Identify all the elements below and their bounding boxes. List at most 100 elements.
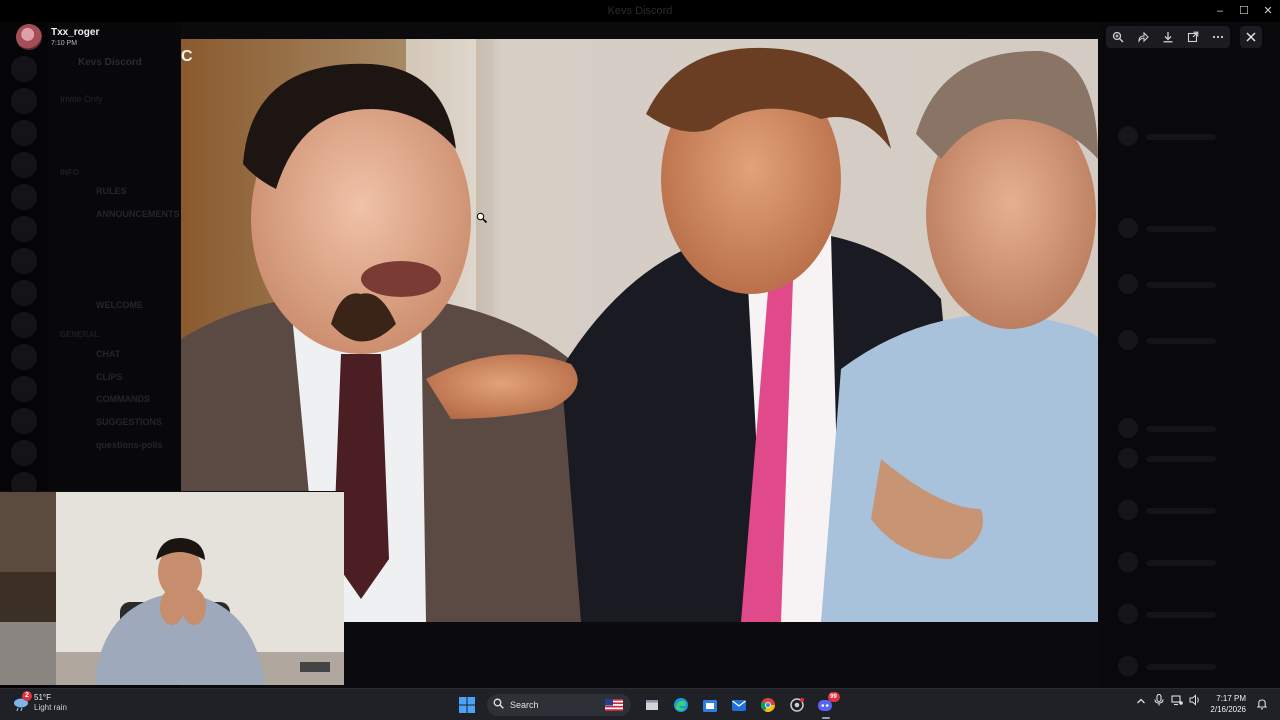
webcam-feed [0,492,344,685]
member-name [1146,508,1216,514]
member-name [1146,664,1216,670]
window-titlebar: Kevs Discord – ☐ ✕ [0,0,1280,22]
channel-questions-polls[interactable]: questions-polls [96,440,163,450]
server-icon[interactable] [11,312,37,338]
maximize-button[interactable]: ☐ [1232,0,1256,22]
channel-commands[interactable]: COMMANDS [96,394,150,404]
weather-rain-icon: 2 [12,690,32,712]
member-avatar[interactable] [1118,126,1138,146]
member-name [1146,612,1216,618]
member-name [1146,456,1216,462]
member-name [1146,426,1216,432]
server-icon[interactable] [11,120,37,146]
server-icon[interactable] [11,152,37,178]
channel-announcements[interactable]: ANNOUNCEMENTS [96,209,180,219]
member-avatar[interactable] [1118,218,1138,238]
system-tray: 7:17 PM 2/16/2026 [1132,693,1270,715]
member-avatar[interactable] [1118,418,1138,438]
server-icon[interactable] [11,88,37,114]
category-label[interactable]: GENERAL [60,330,99,339]
close-icon [1246,32,1256,42]
network-icon[interactable] [1168,693,1186,715]
uploader-meta: Txx_roger 7:10 PM [51,27,99,47]
more-icon[interactable] [1209,28,1227,46]
server-name[interactable]: Kevs Discord [78,57,142,68]
member-avatar[interactable] [1118,274,1138,294]
server-icon[interactable] [11,56,37,82]
member-name [1146,560,1216,566]
server-icon[interactable] [11,440,37,466]
server-icon[interactable] [11,280,37,306]
channel-chat[interactable]: CHAT [96,349,120,359]
channel-clips[interactable]: CLIPS [96,372,123,382]
us-flag-icon [605,699,623,711]
search-icon [493,698,504,712]
member-name [1146,226,1216,232]
channel-watermark: C [181,48,193,65]
running-indicator [821,717,830,719]
member-avatar[interactable] [1118,604,1138,624]
member-avatar[interactable] [1118,656,1138,676]
server-subtitle: Invite Only [60,94,103,104]
start-icon[interactable] [455,693,479,717]
channel-welcome[interactable]: WELCOME [96,300,143,310]
member-avatar[interactable] [1118,552,1138,572]
notification-bell-icon[interactable] [1254,696,1270,712]
taskbar-search[interactable]: Search [487,694,631,716]
channel-rules[interactable]: RULES [96,186,127,196]
settings-icon[interactable] [785,693,809,717]
uploader-name[interactable]: Txx_roger [51,27,99,38]
weather-temperature: 51°F [34,693,51,702]
member-name [1146,338,1216,344]
clock-date: 2/16/2026 [1210,705,1246,714]
server-icon[interactable] [11,248,37,274]
server-icon[interactable] [11,216,37,242]
media-uploader-info: Txx_roger 7:10 PM [16,24,99,50]
webcam-overlay [0,491,344,685]
uploader-avatar[interactable] [16,24,42,50]
member-avatar[interactable] [1118,330,1138,350]
weather-badge: 2 [22,690,32,701]
volume-icon[interactable] [1186,693,1204,715]
member-name [1146,134,1216,140]
download-icon[interactable] [1159,28,1177,46]
member-avatar[interactable] [1118,448,1138,468]
taskbar-clock[interactable]: 7:17 PM 2/16/2026 [1210,693,1246,715]
zoom-cursor-icon [476,212,488,224]
chrome-icon[interactable] [756,693,780,717]
window-close-button[interactable]: ✕ [1256,0,1280,22]
open-external-icon[interactable] [1184,28,1202,46]
desktop-screen: Kevs Discord – ☐ ✕ Kevs Discord Invite O… [0,0,1280,720]
weather-widget[interactable]: 2 51°F Light rain [12,690,67,712]
server-icon[interactable] [11,376,37,402]
forward-icon[interactable] [1134,28,1152,46]
member-list [1100,22,1280,688]
zoom-in-icon[interactable] [1109,28,1127,46]
chevron-up-icon[interactable] [1132,693,1150,715]
window-title: Kevs Discord [607,5,673,17]
viewer-close-button[interactable] [1240,26,1262,48]
weather-condition: Light rain [34,703,67,712]
discord-icon[interactable]: 99 [814,692,840,719]
minimize-button[interactable]: – [1208,0,1232,22]
window-controls: – ☐ ✕ [1208,0,1280,22]
edge-icon[interactable] [669,693,693,717]
mail-icon[interactable] [727,693,751,717]
server-icon[interactable] [11,344,37,370]
microphone-icon[interactable] [1150,693,1168,715]
taskbar-apps: Search 99 [452,692,840,719]
store-icon[interactable] [698,693,722,717]
category-label[interactable]: INFO [60,168,79,177]
member-name [1146,282,1216,288]
media-toolbar [1106,26,1230,48]
discord-notification-badge: 99 [827,692,840,702]
weather-text: 51°F Light rain [34,693,67,712]
channel-suggestions[interactable]: SUGGESTIONS [96,417,162,427]
server-icon[interactable] [11,184,37,210]
task-view-icon[interactable] [640,693,664,717]
upload-timestamp: 7:10 PM [51,40,78,47]
server-icon[interactable] [11,408,37,434]
member-avatar[interactable] [1118,500,1138,520]
search-placeholder: Search [510,700,539,710]
taskbar: 2 51°F Light rain Search 99 7:17 PM 2/16… [0,688,1280,720]
